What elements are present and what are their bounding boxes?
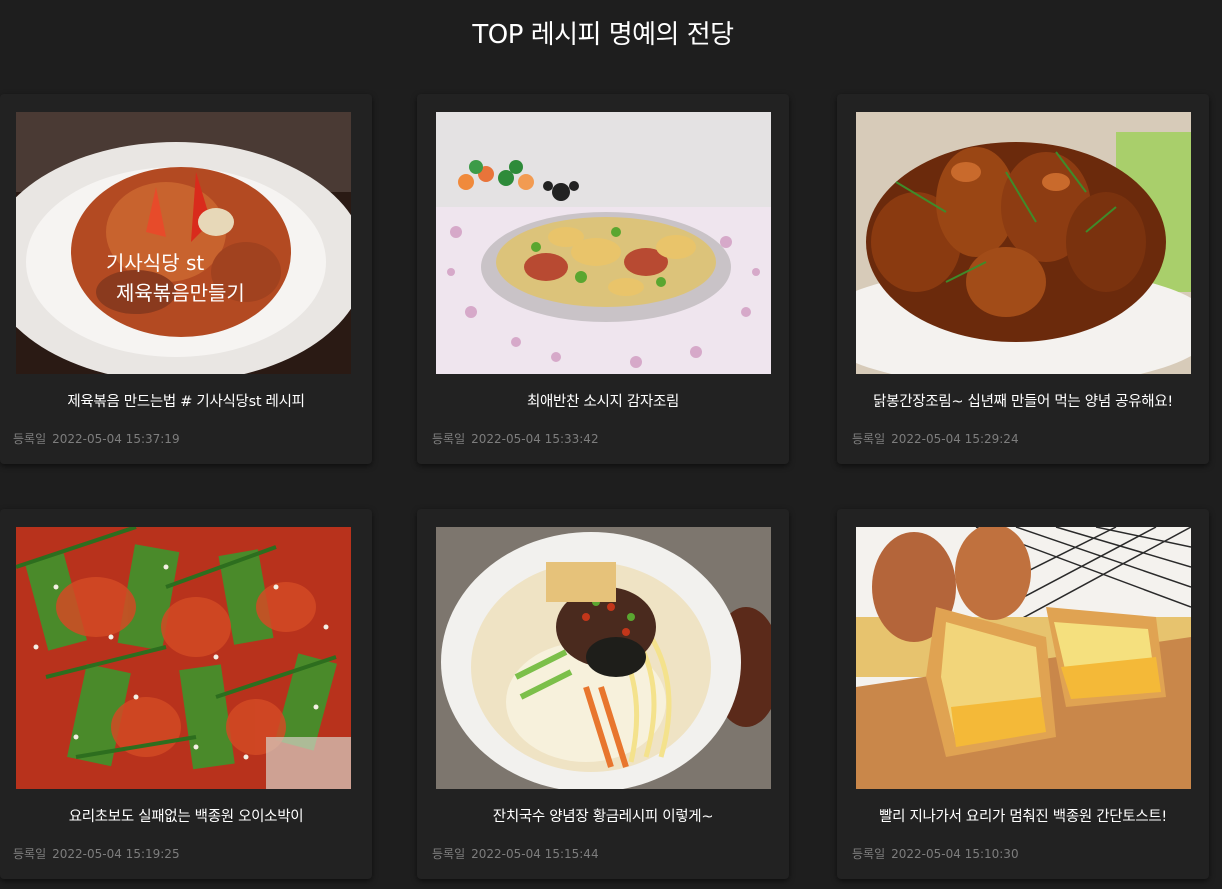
image-caption-line2: 제육볶음만들기 — [116, 281, 245, 305]
date-label: 등록일 — [852, 432, 886, 446]
date-label: 등록일 — [13, 432, 47, 446]
recipe-meta: 등록일 2022-05-04 15:19:25 — [13, 845, 180, 862]
recipe-thumbnail[interactable]: 기사식당 st 제육볶음만들기 — [16, 112, 351, 374]
recipe-card[interactable]: 최애반찬 소시지 감자조림 등록일 2022-05-04 15:33:42 — [417, 94, 789, 464]
recipe-title[interactable]: 요리초보도 실패없는 백종원 오이소박이 — [0, 805, 372, 826]
sausage-potato-image — [436, 112, 771, 374]
date-label: 등록일 — [432, 847, 466, 861]
recipe-thumbnail[interactable] — [436, 527, 771, 789]
noodle-soup-image — [436, 527, 771, 789]
date-value: 2022-05-04 15:19:25 — [52, 847, 180, 861]
recipe-card[interactable]: 요리초보도 실패없는 백종원 오이소박이 등록일 2022-05-04 15:19… — [0, 509, 372, 879]
recipe-thumbnail[interactable] — [856, 527, 1191, 789]
date-value: 2022-05-04 15:10:30 — [891, 847, 1019, 861]
jeyuk-bokkeum-image: 기사식당 st 제육볶음만들기 — [16, 112, 351, 374]
chicken-wings-image — [856, 112, 1191, 374]
recipe-meta: 등록일 2022-05-04 15:33:42 — [432, 430, 599, 447]
recipe-title[interactable]: 잔치국수 양념장 황금레시피 이렇게~ — [417, 805, 789, 826]
recipe-title[interactable]: 빨리 지나가서 요리가 멈춰진 백종원 간단토스트! — [837, 805, 1209, 826]
recipe-title[interactable]: 닭봉간장조림~ 십년째 만들어 먹는 양념 공유해요! — [837, 390, 1209, 411]
cucumber-kimchi-image — [16, 527, 351, 789]
image-caption-line1: 기사식당 st — [106, 251, 204, 275]
date-value: 2022-05-04 15:37:19 — [52, 432, 180, 446]
date-value: 2022-05-04 15:15:44 — [471, 847, 599, 861]
date-label: 등록일 — [852, 847, 886, 861]
recipe-card[interactable]: 기사식당 st 제육볶음만들기 제육볶음 만드는법 # 기사식당st 레시피 등… — [0, 94, 372, 464]
egg-toast-image — [856, 527, 1191, 789]
recipe-title[interactable]: 최애반찬 소시지 감자조림 — [417, 390, 789, 411]
recipe-meta: 등록일 2022-05-04 15:10:30 — [852, 845, 1019, 862]
date-label: 등록일 — [13, 847, 47, 861]
recipe-card[interactable]: 잔치국수 양념장 황금레시피 이렇게~ 등록일 2022-05-04 15:15:… — [417, 509, 789, 879]
recipe-grid: 기사식당 st 제육볶음만들기 제육볶음 만드는법 # 기사식당st 레시피 등… — [0, 0, 1222, 889]
recipe-thumbnail[interactable] — [436, 112, 771, 374]
date-label: 등록일 — [432, 432, 466, 446]
recipe-card[interactable]: 빨리 지나가서 요리가 멈춰진 백종원 간단토스트! 등록일 2022-05-04… — [837, 509, 1209, 879]
date-value: 2022-05-04 15:33:42 — [471, 432, 599, 446]
date-value: 2022-05-04 15:29:24 — [891, 432, 1019, 446]
recipe-thumbnail[interactable] — [856, 112, 1191, 374]
recipe-title[interactable]: 제육볶음 만드는법 # 기사식당st 레시피 — [0, 390, 372, 411]
recipe-meta: 등록일 2022-05-04 15:29:24 — [852, 430, 1019, 447]
recipe-card[interactable]: 닭봉간장조림~ 십년째 만들어 먹는 양념 공유해요! 등록일 2022-05-0… — [837, 94, 1209, 464]
recipe-meta: 등록일 2022-05-04 15:15:44 — [432, 845, 599, 862]
recipe-meta: 등록일 2022-05-04 15:37:19 — [13, 430, 180, 447]
recipe-thumbnail[interactable] — [16, 527, 351, 789]
